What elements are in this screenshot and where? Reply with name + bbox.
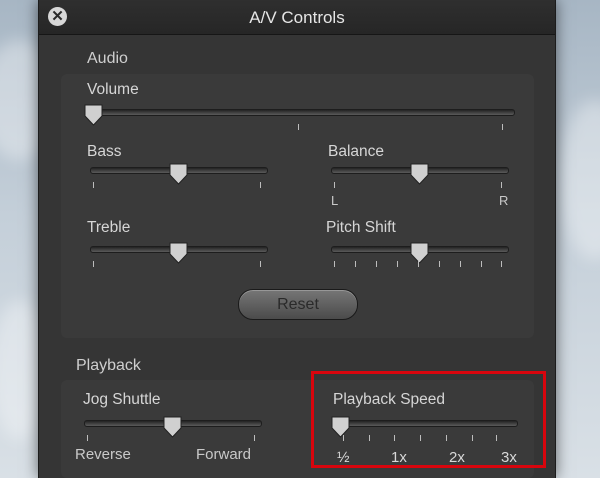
jog-shuttle-ticks [84,435,260,441]
jog-shuttle-label: Jog Shuttle [83,391,161,408]
balance-ticks [331,182,507,188]
volume-label: Volume [87,81,139,98]
bass-ticks [90,182,266,188]
playback-speed-highlight [311,371,546,468]
av-controls-window: ✕ A/V Controls Audio Volume Bass Balance… [38,0,556,478]
bass-label: Bass [87,143,122,160]
balance-left-label: L [331,193,339,208]
volume-ticks [87,124,513,130]
treble-ticks [90,261,266,267]
playback-section-label: Playback [76,357,141,374]
pitch-shift-label: Pitch Shift [326,219,396,236]
balance-right-label: R [499,193,509,208]
volume-slider-thumb[interactable] [84,104,103,126]
jog-shuttle-forward-label: Forward [196,446,252,463]
balance-label: Balance [328,143,385,160]
reset-button[interactable]: Reset [238,289,358,320]
treble-label: Treble [87,219,131,236]
jog-shuttle-reverse-label: Reverse [75,446,131,463]
audio-section-label: Audio [87,50,128,67]
pitch-shift-ticks [331,261,507,267]
title-bar: ✕ A/V Controls [39,0,555,35]
volume-slider-track[interactable] [87,109,515,116]
window-title: A/V Controls [249,8,345,27]
